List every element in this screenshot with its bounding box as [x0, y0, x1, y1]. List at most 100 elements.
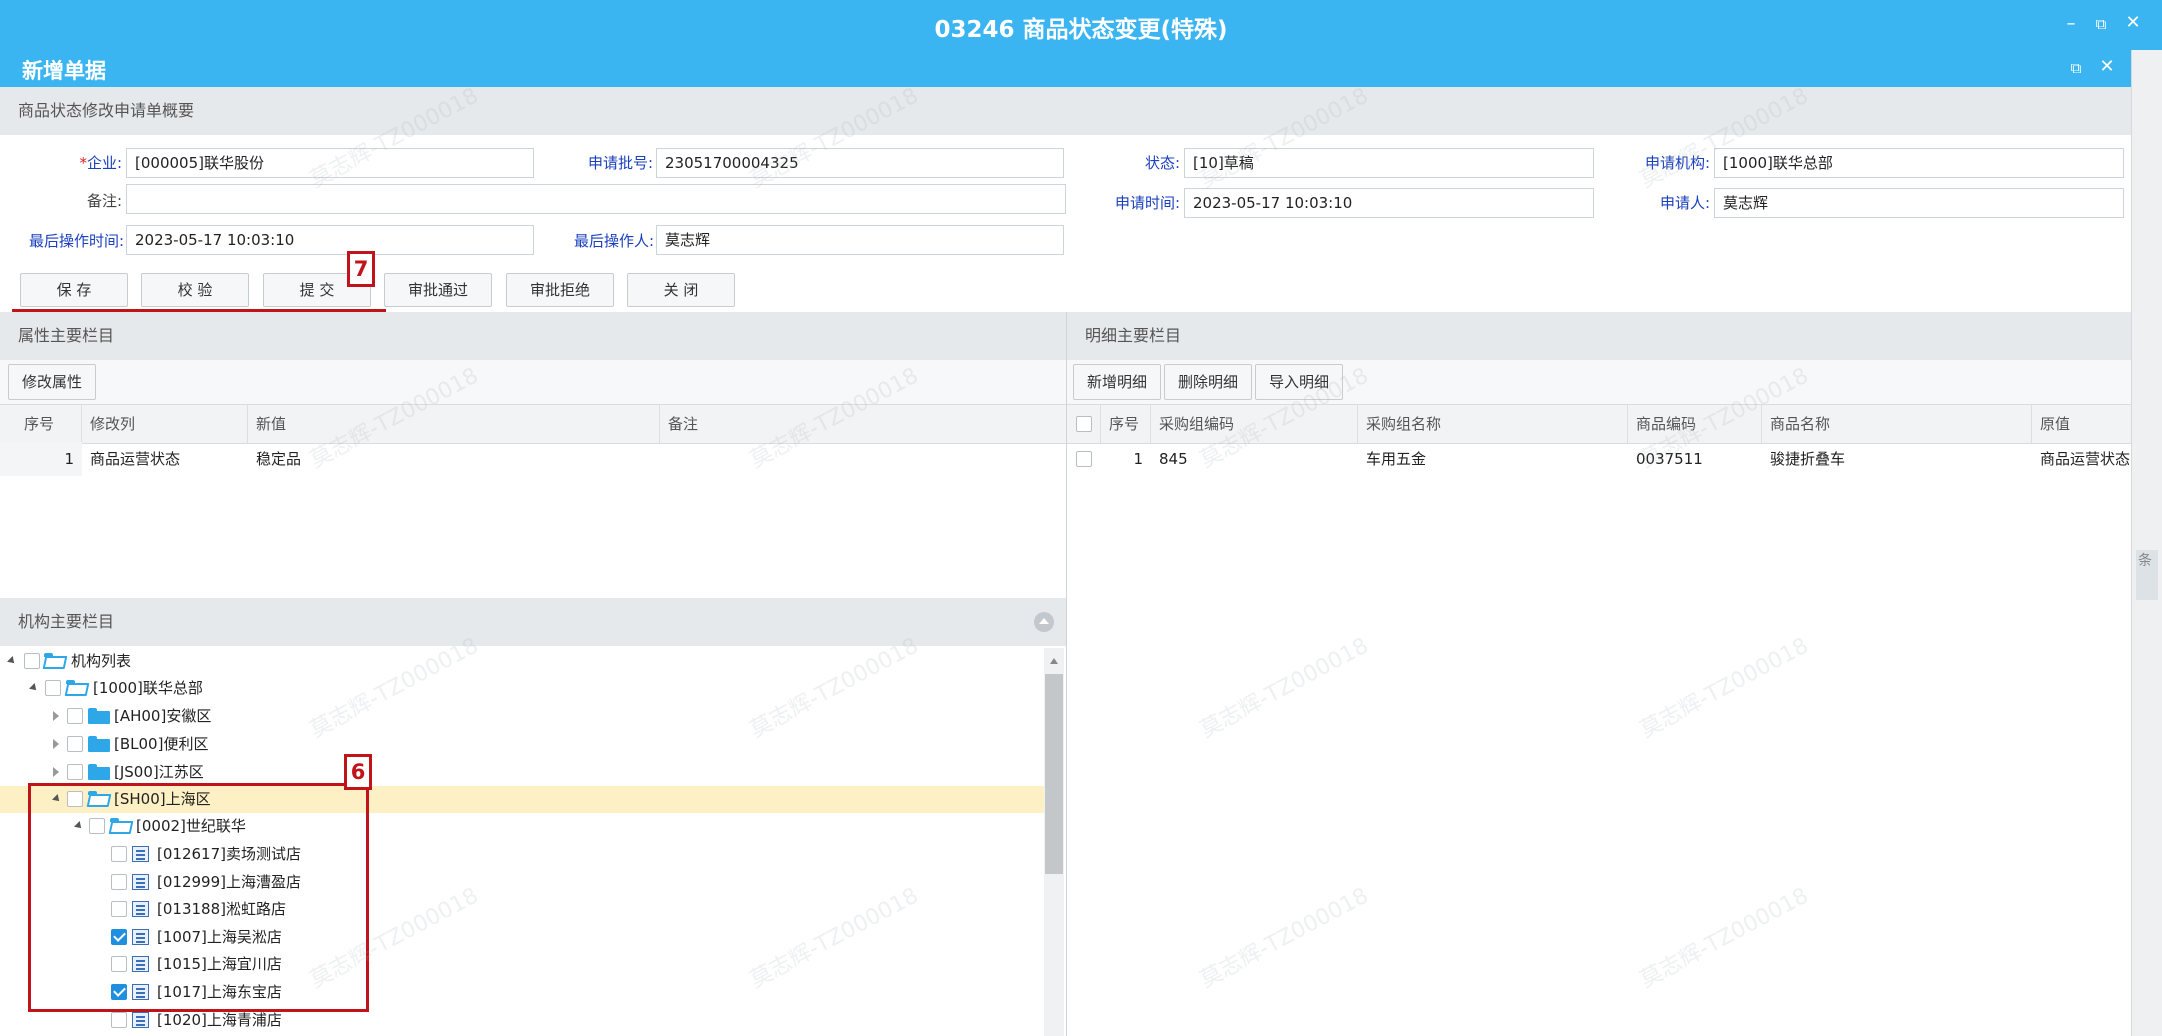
tree-node-hq[interactable]: [1000]联华总部: [0, 675, 1044, 701]
company-label: *企业:: [79, 154, 122, 172]
detail-cell-group-code: 845: [1159, 450, 1188, 468]
import-detail-button[interactable]: 导入明细: [1255, 364, 1343, 400]
tree-scrollbar[interactable]: [1044, 648, 1064, 1036]
org-field[interactable]: [1000]联华总部: [1714, 148, 2124, 178]
status-field[interactable]: [10]草稿: [1184, 148, 1594, 178]
org-label: 申请机构:: [1644, 154, 1710, 172]
tree-checkbox[interactable]: [67, 708, 83, 724]
tree-label: 机构列表: [71, 652, 132, 670]
detail-cell-item-code: 0037511: [1636, 450, 1703, 468]
attr-col-column[interactable]: 修改列: [82, 405, 248, 443]
side-edge-label: 条: [2138, 553, 2152, 569]
detail-col-group-name[interactable]: 采购组名称: [1358, 405, 1628, 443]
watermark: 莫志辉-TZ000018: [1636, 633, 1813, 744]
close-button[interactable]: 关 闭: [627, 273, 735, 307]
watermark: 莫志辉-TZ000018: [1196, 633, 1373, 744]
remark-field[interactable]: [126, 184, 1066, 214]
collapse-icon[interactable]: [1034, 612, 1054, 632]
restore-icon[interactable]: ⧉: [2090, 14, 2112, 34]
apply-time-field[interactable]: 2023-05-17 10:03:10: [1184, 188, 1594, 218]
remark-label: 备注:: [86, 192, 122, 210]
tree-node-ah00[interactable]: [AH00]安徽区: [0, 703, 1044, 729]
tree-label: [1000]联华总部: [93, 679, 203, 697]
attr-cell-column: 商品运营状态: [90, 450, 181, 468]
tree-checkbox[interactable]: [24, 653, 40, 669]
detail-cell-group-name: 车用五金: [1366, 450, 1427, 468]
attr-col-remark[interactable]: 备注: [660, 405, 1066, 443]
attr-cell-remark: [660, 442, 1066, 476]
store-icon: [132, 1012, 149, 1028]
tree-node-js00[interactable]: [JS00]江苏区: [0, 759, 1044, 785]
org-panel-header: 机构主要栏目: [0, 598, 1066, 646]
company-field[interactable]: [000005]联华股份: [126, 148, 534, 178]
last-op-time-field[interactable]: 2023-05-17 10:03:10: [126, 225, 534, 255]
app-titlebar: 03246 商品状态变更(特殊) – ⧉ ✕: [0, 0, 2162, 50]
detail-panel-header: 明细主要栏目: [1067, 312, 2131, 360]
attr-grid-header: 序号 修改列 新值 备注: [0, 404, 1066, 444]
tree-checkbox[interactable]: [111, 1012, 127, 1028]
attr-col-no[interactable]: 序号: [0, 405, 82, 443]
tree-label: [BL00]便利区: [114, 735, 209, 753]
folder-icon: [88, 736, 110, 752]
minimize-icon[interactable]: –: [2060, 14, 2082, 34]
attr-cell-new-value: 稳定品: [256, 450, 302, 468]
add-detail-button[interactable]: 新增明细: [1073, 364, 1161, 400]
annotation-box-6: [28, 783, 369, 1012]
apply-time-label: 申请时间:: [1114, 194, 1180, 212]
table-row[interactable]: 1 商品运营状态 稳定品: [0, 442, 1066, 476]
form-restore-icon[interactable]: ⧉: [2065, 58, 2087, 78]
window-title: 03246 商品状态变更(特殊): [934, 17, 1228, 43]
verify-button[interactable]: 校 验: [141, 273, 249, 307]
tree-checkbox[interactable]: [67, 764, 83, 780]
detail-cell-orig: 商品运营状态:暂停要货: [2040, 450, 2131, 468]
collapsed-arrow-icon[interactable]: [53, 767, 59, 777]
detail-col-orig[interactable]: 原值: [2032, 405, 2131, 443]
watermark: 莫志辉-TZ000018: [1196, 883, 1373, 994]
status-label: 状态:: [1144, 154, 1180, 172]
form-title: 新增单据: [22, 59, 106, 83]
folder-icon: [88, 708, 110, 724]
modify-attr-button[interactable]: 修改属性: [8, 364, 96, 400]
expand-icon[interactable]: [7, 656, 17, 666]
last-op-time-label: 最后操作时间:: [28, 232, 124, 250]
detail-col-item-name[interactable]: 商品名称: [1762, 405, 2032, 443]
batch-field[interactable]: 23051700004325: [656, 148, 1064, 178]
tree-scroll-thumb[interactable]: [1045, 674, 1063, 874]
detail-cell-no: 1: [1133, 450, 1143, 468]
summary-header: 商品状态修改申请单概要: [0, 87, 2131, 135]
detail-col-check: [1067, 405, 1101, 443]
tree-node-root[interactable]: 机构列表: [0, 648, 1044, 674]
attr-toolbar: [0, 360, 1066, 404]
collapsed-arrow-icon[interactable]: [53, 711, 59, 721]
watermark: 莫志辉-TZ000018: [1636, 883, 1813, 994]
applicant-field[interactable]: 莫志辉: [1714, 188, 2124, 218]
folder-icon: [88, 764, 110, 780]
delete-detail-button[interactable]: 删除明细: [1164, 364, 1252, 400]
attr-col-new-value[interactable]: 新值: [248, 405, 660, 443]
side-edge-panel: 条: [2131, 50, 2162, 1036]
expand-icon[interactable]: [29, 683, 39, 693]
tree-label: [JS00]江苏区: [114, 763, 204, 781]
form-close-icon[interactable]: ✕: [2096, 57, 2118, 77]
reject-button[interactable]: 审批拒绝: [506, 273, 614, 307]
attr-cell-no: 1: [0, 442, 82, 476]
tree-checkbox[interactable]: [45, 680, 61, 696]
tree-node-bl00[interactable]: [BL00]便利区: [0, 731, 1044, 757]
annotation-badge-7: 7: [347, 251, 375, 287]
detail-col-item-code[interactable]: 商品编码: [1628, 405, 1762, 443]
folder-open-icon: [66, 680, 88, 696]
last-operator-field[interactable]: 莫志辉: [656, 225, 1064, 255]
row-checkbox[interactable]: [1076, 451, 1092, 467]
approve-button[interactable]: 审批通过: [384, 273, 492, 307]
tree-checkbox[interactable]: [67, 736, 83, 752]
table-row[interactable]: 1 845 车用五金 0037511 骏捷折叠车 商品运营状态:暂停要货: [1067, 442, 2131, 476]
annotation-badge-6: 6: [344, 754, 372, 790]
close-icon[interactable]: ✕: [2122, 13, 2144, 33]
save-button[interactable]: 保 存: [20, 273, 128, 307]
folder-open-icon: [44, 653, 66, 669]
detail-col-no[interactable]: 序号: [1101, 405, 1151, 443]
collapsed-arrow-icon[interactable]: [53, 739, 59, 749]
detail-grid-header: 序号 采购组编码 采购组名称 商品编码 商品名称 原值: [1067, 404, 2131, 444]
detail-col-group-code[interactable]: 采购组编码: [1151, 405, 1358, 443]
select-all-checkbox[interactable]: [1076, 416, 1092, 432]
